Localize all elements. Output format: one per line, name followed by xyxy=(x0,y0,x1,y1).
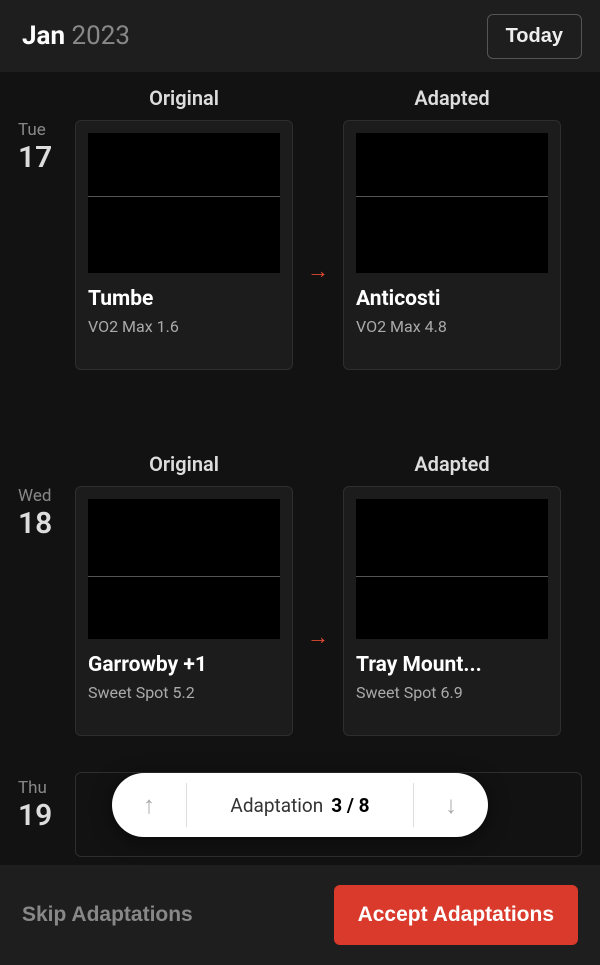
original-column: Original Tumbe VO2 Max 1.6 xyxy=(75,72,293,370)
day-of-week: Thu xyxy=(18,778,75,798)
workout-title: Tumbe xyxy=(88,287,280,311)
workout-title: Anticosti xyxy=(356,287,548,311)
content-area: Tue 17 Original Tumbe VO2 Max 1.6 → Adap… xyxy=(0,72,600,865)
workout-subtitle: VO2 Max 1.6 xyxy=(88,317,280,336)
adapted-column: Adapted Anticosti VO2 Max 4.8 xyxy=(343,72,561,370)
workout-chart xyxy=(356,133,548,273)
arrow-icon: → xyxy=(293,524,343,650)
workout-chart xyxy=(356,499,548,639)
day-row: Wed 18 Original Garrowby +1 Sweet Spot 5… xyxy=(0,438,600,736)
accept-adaptations-button[interactable]: Accept Adaptations xyxy=(334,885,578,945)
day-of-week: Wed xyxy=(18,486,75,506)
pill-center: Adaptation 3 / 8 xyxy=(187,773,413,837)
adaptation-pill: ↑ Adaptation 3 / 8 ↓ xyxy=(112,773,488,837)
adapted-heading: Adapted xyxy=(343,438,561,486)
day-number: 17 xyxy=(18,140,75,175)
pill-count: 3 / 8 xyxy=(331,794,369,817)
workout-card-adapted[interactable]: Tray Mount... Sweet Spot 6.9 xyxy=(343,486,561,736)
pill-prev-button[interactable]: ↑ xyxy=(112,773,186,837)
chart-baseline xyxy=(356,196,548,197)
workout-subtitle: Sweet Spot 5.2 xyxy=(88,683,280,702)
day-label: Thu 19 xyxy=(0,772,75,833)
workout-chart xyxy=(88,499,280,639)
header-month: Jan xyxy=(22,21,65,51)
workout-title: Garrowby +1 xyxy=(88,653,280,677)
comparison-row: Original Garrowby +1 Sweet Spot 5.2 → Ad… xyxy=(75,438,600,736)
original-heading: Original xyxy=(75,72,293,120)
header-year: 2023 xyxy=(71,21,129,51)
arrow-down-icon: ↓ xyxy=(445,791,457,820)
adapted-heading: Adapted xyxy=(343,72,561,120)
workout-subtitle: Sweet Spot 6.9 xyxy=(356,683,548,702)
comparison-row: Original Tumbe VO2 Max 1.6 → Adapted xyxy=(75,72,600,370)
original-heading: Original xyxy=(75,438,293,486)
workout-card-original[interactable]: Tumbe VO2 Max 1.6 xyxy=(75,120,293,370)
day-label: Wed 18 xyxy=(0,438,75,541)
day-label: Tue 17 xyxy=(0,72,75,175)
footer: Skip Adaptations Accept Adaptations xyxy=(0,865,600,965)
header: Jan 2023 Today xyxy=(0,0,600,72)
day-row: Tue 17 Original Tumbe VO2 Max 1.6 → Adap… xyxy=(0,72,600,370)
chart-baseline xyxy=(88,576,280,577)
workout-title: Tray Mount... xyxy=(356,653,548,677)
workout-card-original[interactable]: Garrowby +1 Sweet Spot 5.2 xyxy=(75,486,293,736)
arrow-up-icon: ↑ xyxy=(143,791,155,820)
pill-label: Adaptation xyxy=(230,794,323,817)
workout-subtitle: VO2 Max 4.8 xyxy=(356,317,548,336)
day-number: 19 xyxy=(18,798,75,833)
month-year-title: Jan 2023 xyxy=(22,21,130,51)
original-column: Original Garrowby +1 Sweet Spot 5.2 xyxy=(75,438,293,736)
today-button[interactable]: Today xyxy=(487,14,582,59)
chart-baseline xyxy=(88,196,280,197)
day-of-week: Tue xyxy=(18,120,75,140)
adapted-column: Adapted Tray Mount... Sweet Spot 6.9 xyxy=(343,438,561,736)
arrow-icon: → xyxy=(293,158,343,284)
day-number: 18 xyxy=(18,506,75,541)
pill-current: 3 xyxy=(331,794,342,817)
pill-next-button[interactable]: ↓ xyxy=(414,773,488,837)
skip-adaptations-button[interactable]: Skip Adaptations xyxy=(22,903,193,927)
workout-card-adapted[interactable]: Anticosti VO2 Max 4.8 xyxy=(343,120,561,370)
workout-chart xyxy=(88,133,280,273)
pill-total: 8 xyxy=(359,794,370,817)
chart-baseline xyxy=(356,576,548,577)
